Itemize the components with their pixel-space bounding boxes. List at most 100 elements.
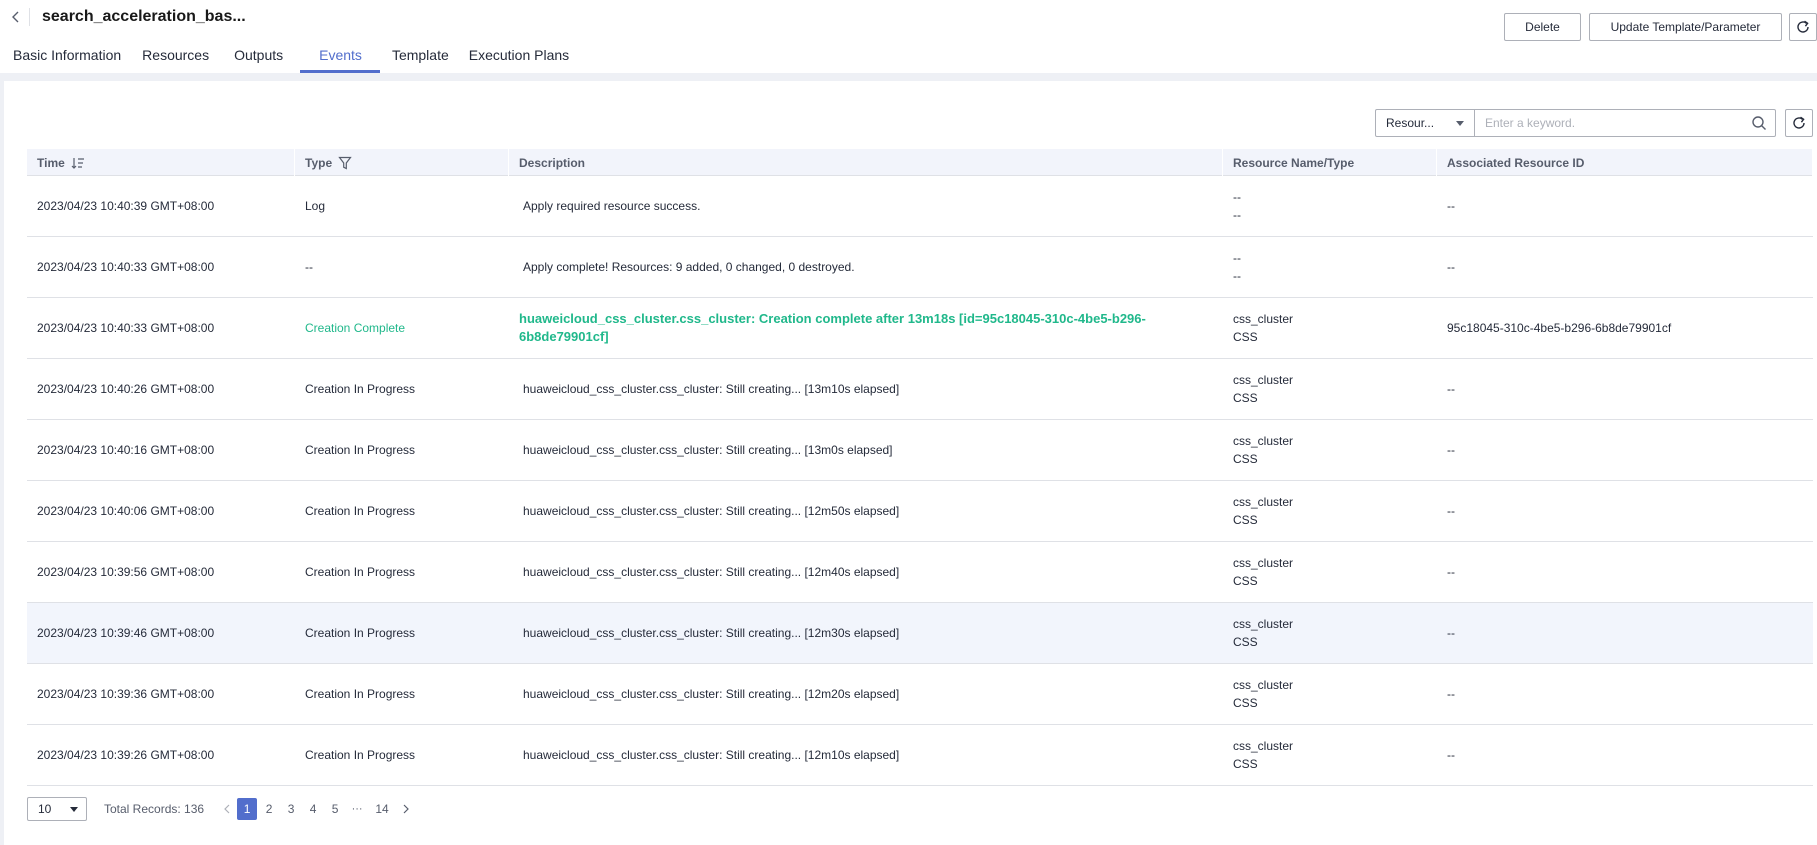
cell-resource-id: -- — [1447, 748, 1455, 762]
column-label: Description — [519, 155, 586, 170]
column-header-resource-id: Associated Resource ID — [1437, 149, 1813, 176]
cell-type: Creation In Progress — [305, 687, 416, 701]
search-input[interactable] — [1475, 110, 1735, 136]
cell-description: huaweicloud_css_cluster.css_cluster: Sti… — [523, 565, 900, 579]
back-button[interactable] — [6, 6, 26, 28]
resource-type: -- — [1233, 208, 1241, 222]
list-refresh-button[interactable] — [1785, 109, 1813, 137]
tab-bar: Basic Information Resources Outputs Even… — [0, 40, 569, 73]
column-header-time[interactable]: Time — [27, 149, 295, 176]
page-1-button[interactable]: 1 — [237, 798, 258, 820]
resource-name: css_cluster — [1233, 312, 1294, 326]
next-page-button[interactable] — [397, 799, 415, 819]
tab-outputs[interactable]: Outputs — [234, 40, 283, 73]
cell-description: huaweicloud_css_cluster.css_cluster: Sti… — [523, 748, 900, 762]
prev-page-button[interactable] — [218, 799, 236, 819]
page-3-button[interactable]: 3 — [281, 798, 301, 820]
page-title: search_acceleration_bas... — [42, 8, 246, 25]
cell-time: 2023/04/23 10:40:16 GMT+08:00 — [37, 443, 215, 457]
cell-type: Creation In Progress — [305, 443, 416, 457]
resource-type: CSS — [1233, 330, 1258, 344]
resource-name: -- — [1233, 251, 1241, 265]
cell-description: huaweicloud_css_cluster.css_cluster: Sti… — [523, 443, 893, 457]
tab-template[interactable]: Template — [392, 40, 449, 73]
refresh-icon — [1797, 20, 1809, 33]
tab-resources[interactable]: Resources — [142, 40, 209, 73]
cell-description: Apply complete! Resources: 9 added, 0 ch… — [523, 260, 855, 274]
resource-name: css_cluster — [1233, 678, 1294, 692]
column-label: Time — [37, 155, 65, 170]
total-records: Total Records: 136 — [104, 802, 205, 816]
filter-icon[interactable] — [338, 156, 352, 170]
resource-name: css_cluster — [1233, 556, 1294, 570]
cell-time: 2023/04/23 10:39:46 GMT+08:00 — [37, 626, 215, 640]
cell-time: 2023/04/23 10:39:26 GMT+08:00 — [37, 748, 215, 762]
table-row: 2023/04/23 10:40:33 GMT+08:00 Creation C… — [27, 298, 1813, 359]
column-label: Associated Resource ID — [1447, 155, 1585, 170]
cell-resource-id: -- — [1447, 260, 1455, 274]
resource-type: CSS — [1233, 574, 1258, 588]
page-size-value: 10 — [38, 802, 52, 816]
table-header: Time Type Description Resource Name/Type… — [27, 149, 1813, 176]
chevron-right-icon — [403, 804, 409, 814]
search-field-select[interactable]: Resour... — [1375, 109, 1475, 137]
cell-resource: -- -- — [1223, 237, 1437, 297]
cell-type-complete: Creation Complete — [305, 321, 406, 335]
cell-time: 2023/04/23 10:40:33 GMT+08:00 — [37, 260, 215, 274]
resource-type: -- — [1233, 269, 1241, 283]
resource-type: CSS — [1233, 391, 1258, 405]
stack-refresh-button[interactable] — [1789, 13, 1817, 41]
table-row: 2023/04/23 10:39:36 GMT+08:00 Creation I… — [27, 664, 1813, 725]
pagination: 10 Total Records: 136 1 2 3 4 5 ··· 14 — [27, 797, 415, 821]
cell-resource-id[interactable]: 95c18045-310c-4be5-b296-6b8de79901cf — [1437, 298, 1813, 358]
tab-events[interactable]: Events — [300, 40, 380, 73]
cell-time: 2023/04/23 10:39:36 GMT+08:00 — [37, 687, 215, 701]
search-icon[interactable] — [1751, 115, 1767, 131]
tab-basic-information[interactable]: Basic Information — [13, 40, 121, 73]
resource-name: css_cluster — [1233, 617, 1294, 631]
column-header-resource: Resource Name/Type — [1223, 149, 1437, 176]
top-header: search_acceleration_bas... Basic Informa… — [0, 0, 1817, 73]
update-template-button[interactable]: Update Template/Parameter — [1589, 13, 1782, 41]
cell-type: -- — [305, 260, 313, 274]
tab-execution-plans[interactable]: Execution Plans — [469, 40, 569, 73]
search-box — [1474, 109, 1776, 137]
table-row: 2023/04/23 10:39:26 GMT+08:00 Creation I… — [27, 725, 1813, 786]
cell-resource: css_cluster CSS — [1223, 664, 1437, 724]
search-field-value: Resour... — [1386, 116, 1435, 130]
cell-resource: css_cluster CSS — [1223, 359, 1437, 419]
column-label: Resource Name/Type — [1233, 155, 1355, 170]
cell-resource: css_cluster CSS — [1223, 420, 1437, 480]
page-5-button[interactable]: 5 — [325, 798, 345, 820]
title-divider — [29, 8, 30, 26]
cell-description: huaweicloud_css_cluster.css_cluster: Sti… — [523, 687, 900, 701]
resource-name: css_cluster — [1233, 739, 1294, 753]
cell-description: Apply required resource success. — [523, 199, 701, 213]
sort-icon[interactable] — [71, 157, 85, 169]
cell-description-complete: huaweicloud_css_cluster.css_cluster: Cre… — [519, 311, 1146, 344]
cell-resource-id: -- — [1447, 199, 1455, 213]
cell-time: 2023/04/23 10:40:39 GMT+08:00 — [37, 199, 215, 213]
cell-description: huaweicloud_css_cluster.css_cluster: Sti… — [523, 382, 900, 396]
cell-resource: css_cluster CSS — [1223, 603, 1437, 663]
resource-type: CSS — [1233, 452, 1258, 466]
cell-time: 2023/04/23 10:39:56 GMT+08:00 — [37, 565, 215, 579]
table-row-hovered: 2023/04/23 10:39:46 GMT+08:00 Creation I… — [27, 603, 1813, 664]
page-2-button[interactable]: 2 — [259, 798, 279, 820]
caret-down-icon — [1456, 121, 1464, 126]
refresh-icon — [1793, 116, 1805, 129]
page-4-button[interactable]: 4 — [303, 798, 323, 820]
page-size-select[interactable]: 10 — [27, 797, 87, 821]
resource-name: css_cluster — [1233, 434, 1294, 448]
cell-type: Creation In Progress — [305, 626, 416, 640]
page-14-button[interactable]: 14 — [372, 798, 392, 820]
column-header-type[interactable]: Type — [295, 149, 509, 176]
page-navigation: 1 2 3 4 5 ··· 14 — [218, 798, 415, 820]
delete-button[interactable]: Delete — [1504, 13, 1581, 41]
page-ellipsis[interactable]: ··· — [346, 803, 368, 815]
table-row: 2023/04/23 10:40:39 GMT+08:00 Log Apply … — [27, 176, 1813, 237]
cell-resource-id: -- — [1447, 626, 1455, 640]
resource-name: css_cluster — [1233, 373, 1294, 387]
cell-resource: css_cluster CSS — [1223, 481, 1437, 541]
cell-type: Creation In Progress — [305, 748, 416, 762]
